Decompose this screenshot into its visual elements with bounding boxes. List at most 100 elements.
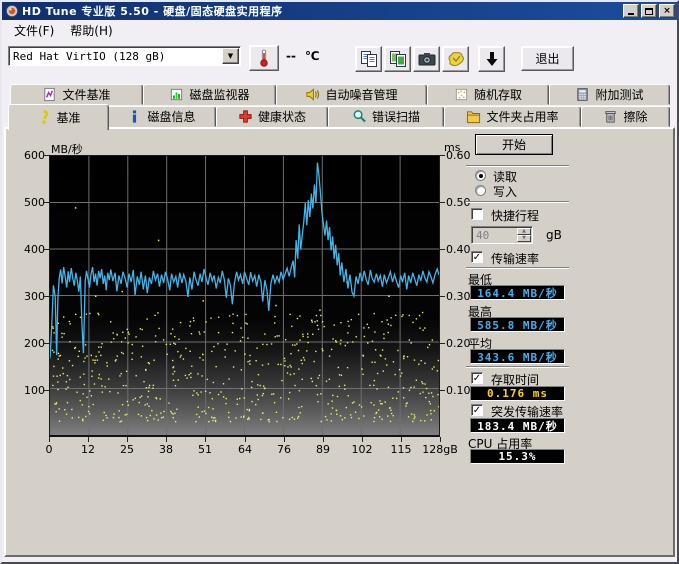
y-axis-tick-label: 200 bbox=[16, 337, 45, 350]
save-icon bbox=[446, 49, 466, 69]
write-radio-label[interactable]: 写入 bbox=[493, 183, 517, 200]
tick-mark bbox=[440, 343, 445, 344]
tab-label: 磁盘监视器 bbox=[189, 86, 249, 103]
tab-label: 文件夹占用率 bbox=[486, 108, 558, 125]
download-button[interactable] bbox=[478, 46, 505, 72]
temperature-button[interactable] bbox=[249, 45, 279, 71]
maximize-button[interactable] bbox=[641, 4, 657, 18]
separator bbox=[466, 165, 569, 167]
tab-disk-monitor[interactable]: 磁盘监视器 bbox=[143, 84, 276, 105]
short-stroke-unit: gB bbox=[546, 228, 562, 242]
menu-item-help[interactable]: 帮助(H) bbox=[62, 20, 120, 41]
copy-icon bbox=[359, 49, 379, 69]
tick-mark bbox=[44, 202, 49, 203]
tab-acoustic-management[interactable]: 自动噪音管理 bbox=[276, 84, 427, 105]
title-bar[interactable]: HD Tune 专业版 5.50 - 硬盘/固态硬盘实用程序 × bbox=[2, 2, 677, 20]
x-axis-tick-label: 0 bbox=[29, 443, 69, 456]
short-stroke-size-value: 40 bbox=[472, 227, 517, 243]
tab-health[interactable]: 健康状态 bbox=[216, 106, 328, 127]
spin-up-icon[interactable]: ▲ bbox=[517, 228, 531, 235]
tick-mark bbox=[245, 437, 246, 442]
y-axis-tick-label: 500 bbox=[16, 196, 45, 209]
camera-button[interactable] bbox=[413, 46, 440, 72]
tab-extra-tests[interactable]: 附加测试 bbox=[549, 84, 670, 105]
short-stroke-checkbox[interactable] bbox=[471, 208, 483, 220]
start-label: 开始 bbox=[502, 136, 526, 153]
x-axis-tick-label: 64 bbox=[225, 443, 265, 456]
write-radio[interactable] bbox=[475, 185, 486, 196]
tick-mark bbox=[44, 249, 49, 250]
tick-mark bbox=[440, 202, 445, 203]
tab-label: 磁盘信息 bbox=[147, 108, 195, 125]
tab-folder-usage[interactable]: 文件夹占用率 bbox=[444, 106, 581, 127]
error-scan-icon bbox=[352, 109, 367, 124]
spin-down-icon[interactable]: ▼ bbox=[517, 235, 531, 242]
camera-icon bbox=[417, 49, 437, 69]
transfer-rate-checkbox[interactable]: ✓ bbox=[471, 251, 483, 263]
tab-label: 自动噪音管理 bbox=[325, 86, 397, 103]
x-axis-tick-label: 76 bbox=[264, 443, 304, 456]
tab-erase[interactable]: 擦除 bbox=[581, 106, 670, 127]
burst-rate-display: 183.4 MB/秒 bbox=[470, 418, 565, 433]
y-axis-tick-label: 600 bbox=[16, 149, 45, 162]
random-access-icon bbox=[454, 87, 469, 102]
benchmark-icon bbox=[36, 110, 51, 125]
tick-mark bbox=[440, 390, 445, 391]
short-stroke-label[interactable]: 快捷行程 bbox=[491, 207, 539, 224]
menu-item-file[interactable]: 文件(F) bbox=[6, 20, 62, 41]
chevron-down-icon[interactable]: ▼ bbox=[222, 48, 239, 64]
file-benchmark-icon bbox=[42, 87, 57, 102]
x-axis-tick-label: 128gB bbox=[420, 443, 460, 456]
copy-image-button[interactable] bbox=[384, 46, 411, 72]
save-button[interactable] bbox=[442, 46, 469, 72]
x-axis-tick-label: 89 bbox=[303, 443, 343, 456]
tab-benchmark[interactable]: 基准 bbox=[8, 104, 109, 130]
disk-monitor-icon bbox=[169, 87, 184, 102]
tick-mark bbox=[205, 437, 206, 442]
tick-mark bbox=[44, 296, 49, 297]
copy-button[interactable] bbox=[355, 46, 382, 72]
tick-mark bbox=[323, 437, 324, 442]
tab-random-access[interactable]: 随机存取 bbox=[427, 84, 549, 105]
window-title: HD Tune 专业版 5.50 - 硬盘/固态硬盘实用程序 bbox=[22, 3, 621, 19]
cpu-usage-display: 15.3% bbox=[470, 449, 565, 464]
access-time-checkbox[interactable]: ✓ bbox=[471, 372, 483, 384]
close-button[interactable]: × bbox=[659, 4, 675, 18]
health-icon bbox=[238, 109, 253, 124]
tab-label: 擦除 bbox=[623, 108, 647, 125]
tab-label: 健康状态 bbox=[258, 108, 306, 125]
min-value-display: 164.4 MB/秒 bbox=[470, 285, 565, 300]
tick-mark bbox=[362, 437, 363, 442]
read-radio[interactable] bbox=[475, 170, 486, 181]
drive-select-value: Red Hat VirtIO (128 gB) bbox=[9, 49, 222, 63]
tick-mark bbox=[44, 390, 49, 391]
tab-label: 基准 bbox=[56, 109, 80, 126]
exit-button[interactable]: 退出 bbox=[521, 46, 574, 71]
tick-mark bbox=[88, 437, 89, 442]
right-axis-tick-label: 0.60 bbox=[446, 149, 476, 162]
tick-mark bbox=[440, 249, 445, 250]
download-icon bbox=[482, 49, 502, 69]
separator bbox=[466, 201, 569, 203]
tick-mark bbox=[44, 155, 49, 156]
x-axis-tick-label: 102 bbox=[342, 443, 382, 456]
y-axis-tick-label: 300 bbox=[16, 290, 45, 303]
x-axis-tick-label: 12 bbox=[68, 443, 108, 456]
tab-error-scan[interactable]: 错误扫描 bbox=[328, 106, 444, 127]
transfer-rate-label[interactable]: 传输速率 bbox=[491, 250, 539, 267]
burst-rate-checkbox[interactable]: ✓ bbox=[471, 404, 483, 416]
tab-label: 附加测试 bbox=[595, 86, 643, 103]
minimize-button[interactable] bbox=[623, 4, 639, 18]
tab-label: 随机存取 bbox=[474, 86, 522, 103]
copy-image-icon bbox=[388, 49, 408, 69]
benchmark-chart bbox=[49, 155, 440, 437]
start-button[interactable]: 开始 bbox=[475, 134, 553, 155]
tab-disk-info[interactable]: 磁盘信息 bbox=[107, 106, 216, 127]
disk-info-icon bbox=[127, 109, 142, 124]
separator bbox=[466, 366, 569, 368]
x-axis-tick-label: 38 bbox=[146, 443, 186, 456]
short-stroke-size-field[interactable]: 40 ▲ ▼ bbox=[471, 226, 533, 244]
drive-select[interactable]: Red Hat VirtIO (128 gB) ▼ bbox=[8, 46, 241, 66]
tab-file-benchmark[interactable]: 文件基准 bbox=[10, 84, 143, 105]
access-time-display: 0.176 ms bbox=[470, 386, 565, 401]
